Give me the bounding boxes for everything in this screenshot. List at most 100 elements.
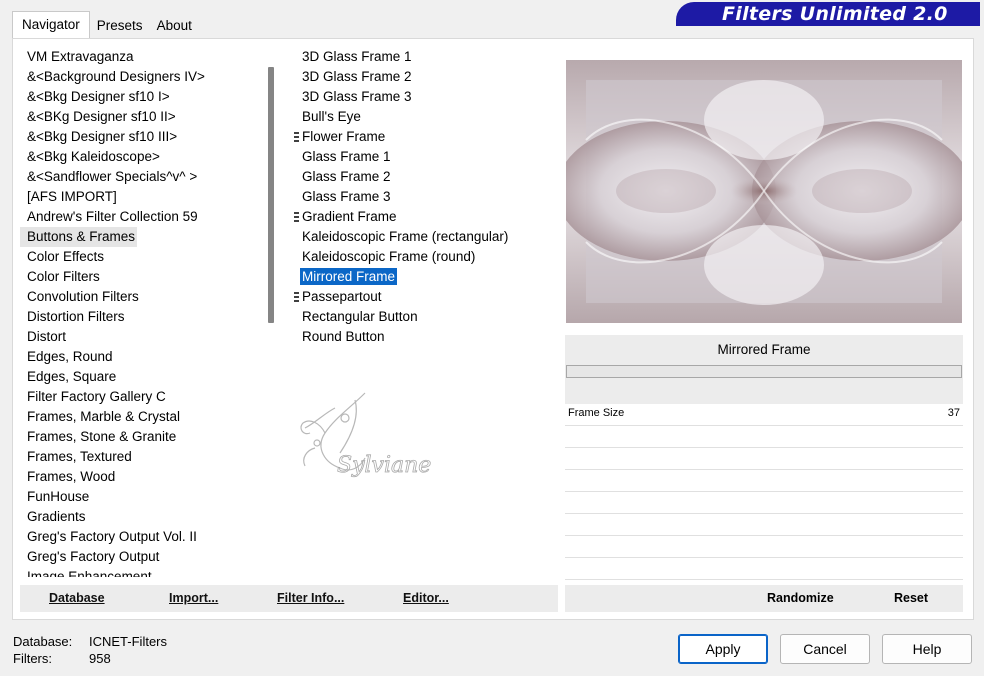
watermark-text: Sylviane [337,453,431,478]
tab-bar: Navigator Presets About [12,11,199,38]
filter-item-label: Gradient Frame [302,209,397,224]
category-item[interactable]: Color Filters [20,267,262,287]
category-list[interactable]: VM Extravaganza &<Background Designers IV… [20,47,262,577]
progress-spacer [565,379,963,404]
filter-preview [566,60,962,323]
category-item[interactable]: Frames, Wood [20,467,262,487]
filter-item-label: Kaleidoscopic Frame (rectangular) [302,229,509,244]
category-item[interactable]: &<Bkg Designer sf10 I> [20,87,262,107]
category-item[interactable]: &<Background Designers IV> [20,67,262,87]
category-item[interactable]: Buttons & Frames [20,227,137,247]
filter-item[interactable]: Mirrored Frame [290,267,556,287]
category-item[interactable]: &<BKg Designer sf10 II> [20,107,262,127]
reset-button[interactable]: Reset [894,585,928,612]
watermark-logo: Sylviane [300,392,432,478]
help-button[interactable]: Help [882,634,972,664]
category-item[interactable]: Andrew's Filter Collection 59 [20,207,262,227]
tab-navigator[interactable]: Navigator [12,11,90,38]
drag-grip-icon [294,292,299,302]
filter-item-label: Glass Frame 3 [302,189,391,204]
filter-item[interactable]: Passepartout [290,287,556,307]
filter-item-label: Mirrored Frame [300,268,398,285]
selected-filter-name: Mirrored Frame [565,335,963,365]
database-button[interactable]: Database [49,585,105,612]
filter-item-label: Round Button [302,329,385,344]
param-empty-row [565,558,963,580]
filter-item[interactable]: Bull's Eye [290,107,556,127]
filter-item[interactable]: Glass Frame 2 [290,167,556,187]
category-item[interactable]: Edges, Round [20,347,262,367]
param-empty-row [565,448,963,470]
filter-item[interactable]: Glass Frame 3 [290,187,556,207]
filter-item[interactable]: Kaleidoscopic Frame (round) [290,247,556,267]
randomize-button[interactable]: Randomize [767,585,834,612]
filter-item-label: 3D Glass Frame 2 [302,69,412,84]
param-frame-size[interactable]: Frame Size 37 [565,404,963,426]
category-item[interactable]: &<Sandflower Specials^v^ > [20,167,262,187]
drag-grip-icon [294,212,299,222]
param-empty-row [565,492,963,514]
filter-item[interactable]: Glass Frame 1 [290,147,556,167]
category-item[interactable]: VM Extravaganza [20,47,262,67]
filter-item[interactable]: Rectangular Button [290,307,556,327]
category-item[interactable]: Image Enhancement [20,567,262,577]
category-item[interactable]: Distortion Filters [20,307,262,327]
filter-item[interactable]: 3D Glass Frame 1 [290,47,556,67]
category-item[interactable]: &<Bkg Kaleidoscope> [20,147,262,167]
filter-item[interactable]: Flower Frame [290,127,556,147]
app-brand-banner: Filters Unlimited 2.0 [676,2,980,26]
category-item[interactable]: Frames, Marble & Crystal [20,407,262,427]
param-empty-row [565,514,963,536]
category-item[interactable]: Gradients [20,507,262,527]
category-item[interactable]: &<Bkg Designer sf10 III> [20,127,262,147]
tab-about[interactable]: About [150,14,199,38]
category-scrollbar[interactable] [262,47,282,577]
category-item[interactable]: Color Effects [20,247,262,267]
tab-presets[interactable]: Presets [90,14,150,38]
progress-area [565,365,963,379]
drag-grip-icon [294,132,299,142]
filters-value: 958 [89,651,111,666]
category-item[interactable]: [AFS IMPORT] [20,187,262,207]
category-item[interactable]: Greg's Factory Output Vol. II [20,527,262,547]
filter-item-label: 3D Glass Frame 3 [302,89,412,104]
filter-item-label: Kaleidoscopic Frame (round) [302,249,476,264]
param-empty-row [565,536,963,558]
filter-item[interactable]: Gradient Frame [290,207,556,227]
filter-item[interactable]: Round Button [290,327,556,347]
filter-item-label: Bull's Eye [302,109,361,124]
right-button-bar: Randomize Reset [565,585,963,612]
filter-item-label: Passepartout [302,289,382,304]
database-label: Database: [13,634,73,649]
category-item[interactable]: Frames, Stone & Granite [20,427,262,447]
filter-item[interactable]: 3D Glass Frame 2 [290,67,556,87]
filters-label: Filters: [13,651,52,666]
param-value: 37 [947,407,960,419]
category-item[interactable]: Convolution Filters [20,287,262,307]
filter-item-label: Flower Frame [302,129,386,144]
category-item[interactable]: Edges, Square [20,367,262,387]
editor-button[interactable]: Editor... [403,585,449,612]
param-label: Frame Size [568,407,625,419]
filter-item-label: Rectangular Button [302,309,418,324]
scrollbar-thumb[interactable] [268,67,274,323]
filter-info-button[interactable]: Filter Info... [277,585,344,612]
cancel-button[interactable]: Cancel [780,634,870,664]
param-empty-row [565,426,963,448]
filter-item[interactable]: Kaleidoscopic Frame (rectangular) [290,227,556,247]
filter-item-label: 3D Glass Frame 1 [302,49,412,64]
filter-item-label: Glass Frame 1 [302,149,391,164]
database-value: ICNET-Filters [89,634,167,649]
category-item[interactable]: Greg's Factory Output [20,547,262,567]
param-empty-row [565,470,963,492]
filter-item[interactable]: 3D Glass Frame 3 [290,87,556,107]
left-button-bar: Database Import... Filter Info... Editor… [20,585,558,612]
filter-item-label: Glass Frame 2 [302,169,391,184]
category-item[interactable]: Distort [20,327,262,347]
apply-button[interactable]: Apply [678,634,768,664]
import-button[interactable]: Import... [169,585,218,612]
category-item[interactable]: Frames, Textured [20,447,262,467]
category-item[interactable]: FunHouse [20,487,262,507]
category-item[interactable]: Filter Factory Gallery C [20,387,262,407]
progress-bar [566,365,962,378]
